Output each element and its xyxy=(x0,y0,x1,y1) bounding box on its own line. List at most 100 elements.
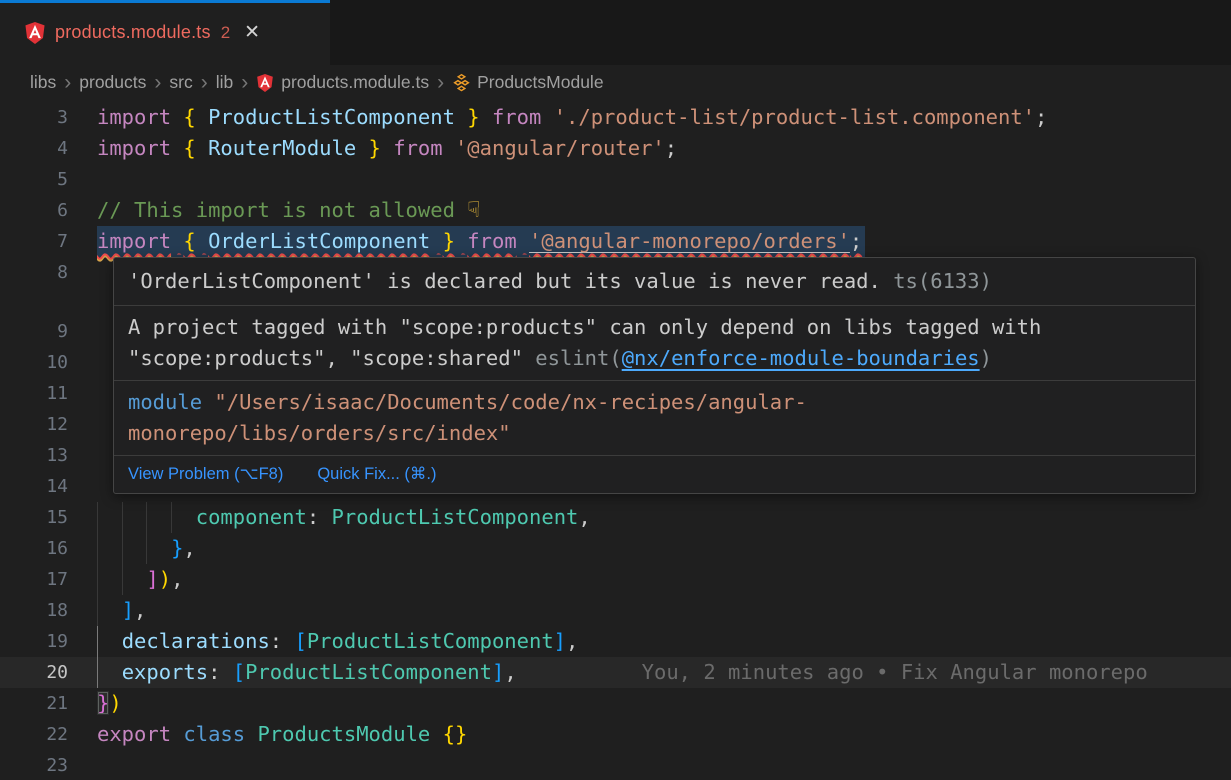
line-number[interactable]: 21 xyxy=(0,688,68,719)
code-line: 4 import { RouterModule } from '@angular/… xyxy=(0,133,1231,164)
line-number[interactable]: 11 xyxy=(0,378,68,409)
hover-message-text: A project tagged with "scope:products" c… xyxy=(128,315,1041,339)
code-line-content[interactable]: declarations: [ProductListComponent], xyxy=(97,626,1231,657)
code-token: [ xyxy=(294,629,306,653)
code-token: from xyxy=(393,136,442,160)
code-token: ProductsModule xyxy=(257,722,430,746)
code-token: } xyxy=(171,536,183,560)
code-token: } xyxy=(467,105,479,129)
code-line: 7 import { OrderListComponent } from '@an… xyxy=(0,226,1231,257)
eslint-rule-link[interactable]: @nx/enforce-module-boundaries xyxy=(622,346,980,370)
code-token: { xyxy=(183,136,195,160)
breadcrumb-item-products[interactable]: products xyxy=(79,72,146,93)
code-line-content[interactable]: import { ProductListComponent } from './… xyxy=(97,102,1231,133)
hover-message-module: module "/Users/isaac/Documents/code/nx-r… xyxy=(114,380,1195,455)
code-token xyxy=(97,536,171,560)
breadcrumb-item-lib[interactable]: lib xyxy=(216,72,234,93)
code-token: {} xyxy=(443,722,468,746)
line-number[interactable]: 23 xyxy=(0,750,68,780)
code-line-content[interactable]: import { OrderListComponent } from '@ang… xyxy=(97,226,1231,257)
code-token: , xyxy=(171,567,183,591)
breadcrumb-item-libs[interactable]: libs xyxy=(30,72,56,93)
code-token: ] xyxy=(122,598,134,622)
indent-guide xyxy=(146,502,147,533)
code-token: ; xyxy=(665,136,677,160)
code-line-content[interactable]: export class ProductsModule {} xyxy=(97,719,1231,750)
line-number[interactable]: 17 xyxy=(0,564,68,595)
code-token: declarations xyxy=(122,629,270,653)
error-squiggle-region[interactable]: import { OrderListComponent } from '@ang… xyxy=(97,226,865,257)
code-line-content[interactable]: // This import is not allowed ☟ xyxy=(97,195,1231,226)
indent-guide xyxy=(146,533,147,564)
line-number[interactable]: 8 xyxy=(0,257,68,288)
hover-action-bar: View Problem (⌥F8) Quick Fix... (⌘.) xyxy=(114,455,1195,493)
line-number[interactable]: 20 xyxy=(0,657,68,688)
code-line-content[interactable]: component: ProductListComponent, xyxy=(97,502,1231,533)
indent-guide xyxy=(97,626,98,657)
line-number[interactable]: 14 xyxy=(0,471,68,502)
breadcrumb-item-file[interactable]: products.module.ts xyxy=(256,72,429,93)
code-line-content[interactable]: import { RouterModule } from '@angular/r… xyxy=(97,133,1231,164)
code-token: { xyxy=(183,105,195,129)
code-line-content[interactable]: }) xyxy=(97,688,1231,719)
code-token: { xyxy=(183,229,195,253)
code-line-content[interactable]: ], xyxy=(97,595,1231,626)
code-token xyxy=(171,136,183,160)
code-token: ProductListComponent xyxy=(307,629,554,653)
line-number[interactable]: 15 xyxy=(0,502,68,533)
code-token: './product-list/product-list.component' xyxy=(554,105,1035,129)
close-icon[interactable]: ✕ xyxy=(244,21,260,44)
hover-message-source: ts(6133) xyxy=(893,269,992,293)
module-keyword: module xyxy=(128,390,202,414)
code-line: 3 import { ProductListComponent } from '.… xyxy=(0,102,1231,133)
code-token: ☟ xyxy=(467,198,480,223)
code-token: ) xyxy=(109,691,121,715)
quick-fix-button[interactable]: Quick Fix... (⌘.) xyxy=(317,459,436,490)
module-path: monorepo/libs/orders/src/index" xyxy=(128,421,511,445)
code-line-content[interactable]: ]), xyxy=(97,564,1231,595)
code-line: 21}) xyxy=(0,688,1231,719)
line-number[interactable]: 5 xyxy=(0,164,68,195)
code-editor[interactable]: 3 import { ProductListComponent } from '.… xyxy=(0,100,1231,780)
line-number[interactable]: 4 xyxy=(0,133,68,164)
hover-message-text: "scope:products", "scope:shared" xyxy=(128,346,535,370)
line-number[interactable]: 22 xyxy=(0,719,68,750)
line-number[interactable]: 18 xyxy=(0,595,68,626)
code-line: 5 xyxy=(0,164,1231,195)
code-token xyxy=(171,229,183,253)
code-token xyxy=(196,105,208,129)
code-line-content[interactable]: exports: [ProductListComponent],You, 2 m… xyxy=(97,657,1231,688)
line-number[interactable]: 12 xyxy=(0,409,68,440)
code-token: ) xyxy=(159,567,171,591)
code-token xyxy=(97,660,122,684)
code-token xyxy=(381,136,393,160)
line-number[interactable]: 9 xyxy=(0,316,68,347)
hover-source-prefix: eslint( xyxy=(535,346,621,370)
tab-title: products.module.ts xyxy=(55,22,211,43)
line-number[interactable]: 19 xyxy=(0,626,68,657)
code-line-content[interactable] xyxy=(97,164,1231,195)
problem-count-badge: 2 xyxy=(221,23,230,43)
line-number[interactable]: 7 xyxy=(0,226,68,257)
line-number[interactable]: 6 xyxy=(0,195,68,226)
code-line-content[interactable]: }, xyxy=(97,533,1231,564)
breadcrumb-item-src[interactable]: src xyxy=(169,72,192,93)
line-number[interactable]: 10 xyxy=(0,347,68,378)
code-token xyxy=(517,229,529,253)
breadcrumb-item-symbol[interactable]: ProductsModule xyxy=(452,72,603,93)
code-token xyxy=(196,136,208,160)
code-token: : xyxy=(307,505,332,529)
indent-guide xyxy=(171,502,172,533)
line-number[interactable]: 13 xyxy=(0,440,68,471)
code-token: } xyxy=(443,229,455,253)
code-token xyxy=(541,105,553,129)
code-token: // This import is not allowed xyxy=(97,198,467,222)
angular-icon xyxy=(24,21,46,45)
code-token: ] xyxy=(554,629,566,653)
line-number[interactable]: 3 xyxy=(0,102,68,133)
tab-products-module[interactable]: products.module.ts 2 ✕ xyxy=(0,0,330,65)
view-problem-button[interactable]: View Problem (⌥F8) xyxy=(128,459,283,490)
line-number[interactable]: 16 xyxy=(0,533,68,564)
chevron-right-icon: › xyxy=(241,72,248,93)
code-line-content[interactable] xyxy=(97,750,1231,780)
